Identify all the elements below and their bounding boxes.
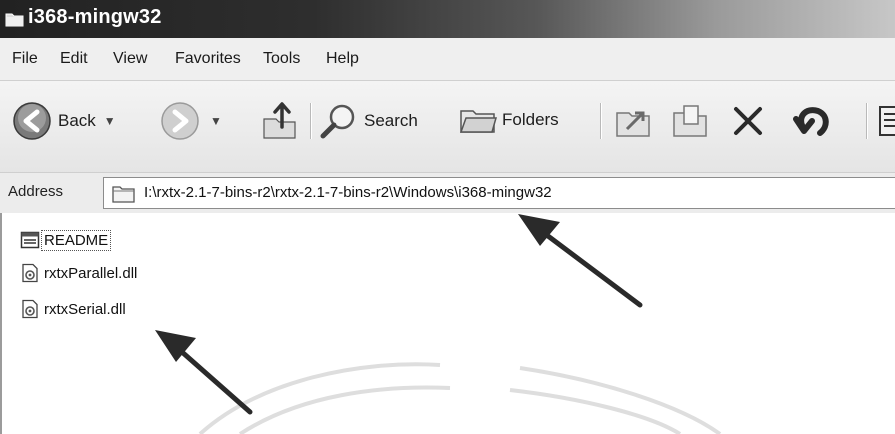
address-input[interactable]: I:\rxtx-2.1-7-bins-r2\rxtx-2.1-7-bins-r2… — [103, 177, 895, 209]
list-item[interactable]: README — [20, 227, 112, 253]
folder-icon — [5, 13, 24, 27]
dll-file-icon — [22, 263, 38, 283]
folders-label: Folders — [502, 110, 559, 129]
window-title: i368-mingw32 — [28, 6, 162, 28]
back-arrow-icon — [13, 102, 51, 140]
title-bar[interactable]: i368-mingw32 — [0, 0, 895, 38]
delete-icon — [734, 107, 762, 135]
toolbar-separator — [310, 103, 312, 139]
forward-dropdown-icon[interactable]: ▼ — [210, 114, 222, 128]
file-name: README — [40, 229, 112, 251]
undo-button[interactable] — [792, 101, 836, 141]
back-label: Back — [58, 111, 96, 130]
menu-bar: File Edit View Favorites Tools Help — [0, 38, 895, 81]
folders-button[interactable]: Folders — [458, 103, 559, 137]
list-item[interactable]: rxtxSerial.dll — [20, 296, 128, 322]
menu-view[interactable]: View — [113, 50, 147, 68]
search-button[interactable]: Search — [318, 103, 418, 139]
menu-tools[interactable]: Tools — [263, 50, 300, 68]
toolbar: Back ▼ ▼ Search Folders — [0, 81, 895, 181]
menu-help[interactable]: Help — [326, 50, 359, 68]
toolbar-separator — [600, 103, 602, 139]
back-dropdown-icon[interactable]: ▼ — [104, 114, 116, 128]
move-to-icon — [616, 111, 650, 137]
address-label: Address — [8, 183, 64, 200]
copy-to-button[interactable] — [670, 101, 710, 141]
dll-file-icon — [22, 299, 38, 319]
folders-icon — [459, 110, 497, 133]
views-icon — [879, 106, 895, 136]
file-name: rxtxParallel.dll — [44, 264, 138, 282]
menu-edit[interactable]: Edit — [60, 50, 88, 68]
list-item[interactable]: rxtxParallel.dll — [20, 260, 139, 286]
address-path: I:\rxtx-2.1-7-bins-r2\rxtx-2.1-7-bins-r2… — [144, 184, 552, 201]
text-file-icon — [20, 231, 40, 249]
file-name: rxtxSerial.dll — [44, 300, 126, 318]
move-to-button[interactable] — [613, 101, 653, 141]
menu-favorites[interactable]: Favorites — [175, 50, 241, 68]
search-icon — [320, 104, 355, 139]
up-folder-icon — [263, 102, 296, 139]
search-label: Search — [364, 111, 418, 130]
back-button[interactable]: Back ▼ — [12, 101, 116, 141]
toolbar-separator — [866, 103, 868, 139]
copy-to-icon — [673, 105, 707, 137]
delete-button[interactable] — [728, 101, 768, 141]
address-bar: Address I:\rxtx-2.1-7-bins-r2\rxtx-2.1-7… — [0, 172, 895, 214]
menu-file[interactable]: File — [12, 50, 38, 68]
undo-icon — [793, 107, 829, 136]
views-button[interactable] — [878, 105, 895, 137]
explorer-window: i368-mingw32 File Edit View Favorites To… — [0, 0, 895, 434]
file-list: README rxtxParallel.dll rxtxSerial.dll — [0, 213, 895, 434]
forward-button[interactable]: ▼ — [160, 101, 222, 141]
folder-icon — [112, 186, 135, 203]
up-folder-button[interactable] — [258, 97, 300, 141]
forward-arrow-icon — [161, 102, 199, 140]
